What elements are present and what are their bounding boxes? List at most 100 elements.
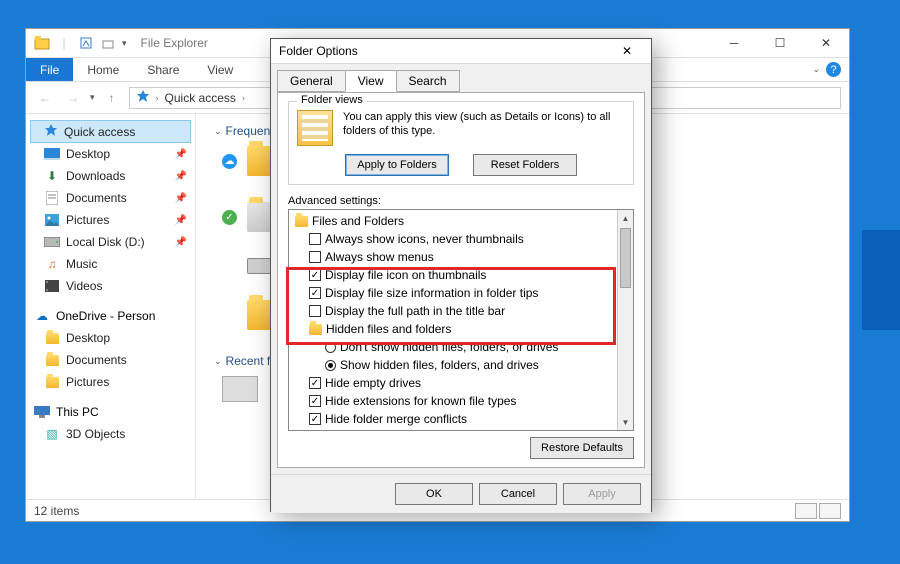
pictures-icon (44, 212, 60, 228)
chevron-right-icon[interactable]: › (242, 93, 245, 103)
tab-general[interactable]: General (277, 70, 346, 92)
sidebar-item-label: Local Disk (D:) (66, 235, 145, 249)
scroll-thumb[interactable] (620, 228, 631, 288)
sidebar-item-od-desktop[interactable]: Desktop (30, 327, 191, 349)
tree-checkbox[interactable]: Always show menus (291, 248, 615, 266)
folder-options-dialog: Folder Options ✕ General View Search Fol… (270, 38, 652, 512)
sidebar-item-label: Desktop (66, 331, 110, 345)
advanced-settings-label: Advanced settings: (288, 195, 634, 207)
qat-divider: | (56, 35, 72, 51)
help-icon[interactable]: ? (826, 62, 841, 77)
tree-checkbox[interactable]: Always show icons, never thumbnails (291, 230, 615, 248)
sidebar-item-label: This PC (56, 405, 99, 419)
videos-icon (44, 278, 60, 294)
tab-view[interactable]: View (345, 70, 397, 92)
sidebar-item-label: OneDrive - Person (56, 309, 155, 323)
star-icon (44, 123, 58, 140)
status-item-count: 12 items (34, 504, 79, 518)
sidebar-item-od-documents[interactable]: Documents (30, 349, 191, 371)
qat-new-folder-icon[interactable] (100, 35, 116, 51)
chevron-right-icon[interactable]: › (156, 93, 159, 103)
nav-up-icon[interactable]: ↑ (101, 87, 123, 109)
qat-dropdown-icon[interactable]: ▾ (122, 38, 127, 49)
dialog-close-button[interactable]: ✕ (611, 39, 643, 63)
tree-checkbox[interactable]: ✓Hide empty drives (291, 374, 615, 392)
dialog-button-row: OK Cancel Apply (271, 474, 651, 513)
tree-folder-hidden[interactable]: Hidden files and folders (291, 320, 615, 338)
tree-checkbox[interactable]: ✓Hide folder merge conflicts (291, 410, 615, 428)
dialog-titlebar[interactable]: Folder Options ✕ (271, 39, 651, 64)
folder-views-text: You can apply this view (such as Details… (343, 110, 625, 146)
desktop-accent (862, 230, 900, 330)
sidebar-item-desktop[interactable]: Desktop 📌 (30, 143, 191, 165)
restore-defaults-button[interactable]: Restore Defaults (530, 437, 634, 459)
tab-search[interactable]: Search (396, 70, 460, 92)
sidebar-item-label: Pictures (66, 375, 109, 389)
3d-objects-icon: ▧ (44, 426, 60, 442)
sidebar-onedrive[interactable]: ☁OneDrive - Person (30, 305, 191, 327)
scroll-down-icon[interactable]: ▼ (618, 414, 633, 430)
group-legend: Folder views (297, 94, 367, 106)
radio-selected-icon (325, 360, 336, 371)
breadcrumb-location: Quick access (165, 91, 236, 105)
apply-to-folders-button[interactable]: Apply to Folders (345, 154, 449, 176)
view-details-button[interactable] (795, 503, 817, 519)
tab-share[interactable]: Share (133, 58, 193, 81)
pin-icon: 📌 (175, 237, 187, 248)
sidebar-item-label: Downloads (66, 169, 125, 183)
maximize-button[interactable]: ☐ (757, 29, 803, 57)
nav-history-icon[interactable]: ▾ (90, 92, 95, 103)
reset-folders-button[interactable]: Reset Folders (473, 154, 577, 176)
folder-icon (295, 216, 308, 227)
minimize-button[interactable]: ─ (711, 29, 757, 57)
sidebar-item-3d-objects[interactable]: ▧3D Objects (30, 423, 191, 445)
check-sync-icon: ✓ (222, 210, 237, 225)
checkbox-checked-icon: ✓ (309, 269, 321, 281)
close-button[interactable]: ✕ (803, 29, 849, 57)
view-icons-button[interactable] (819, 503, 841, 519)
cancel-button[interactable]: Cancel (479, 483, 557, 505)
explorer-icon (34, 35, 50, 51)
radio-icon (325, 342, 336, 353)
nav-forward-icon[interactable]: → (62, 87, 84, 109)
checkbox-checked-icon: ✓ (309, 287, 321, 299)
documents-icon (44, 190, 60, 206)
apply-button[interactable]: Apply (563, 483, 641, 505)
tree-radio-dont-show[interactable]: Don't show hidden files, folders, or dri… (291, 338, 615, 356)
sidebar-quick-access[interactable]: Quick access (30, 120, 191, 143)
dialog-title: Folder Options (279, 44, 358, 58)
scrollbar[interactable]: ▲ ▼ (617, 210, 633, 430)
sidebar-item-od-pictures[interactable]: Pictures (30, 371, 191, 393)
sidebar-item-local-disk[interactable]: Local Disk (D:) 📌 (30, 231, 191, 253)
checkbox-icon (309, 305, 321, 317)
downloads-icon: ⬇ (44, 168, 60, 184)
file-thumb-icon (222, 376, 258, 402)
tree-radio-show-hidden[interactable]: Show hidden files, folders, and drives (291, 356, 615, 374)
sidebar-item-documents[interactable]: Documents📌 (30, 187, 191, 209)
pin-icon: 📌 (175, 149, 187, 160)
sidebar-item-videos[interactable]: Videos (30, 275, 191, 297)
tab-file[interactable]: File (26, 58, 73, 81)
tree-folder[interactable]: Files and Folders (291, 212, 615, 230)
ribbon-expand-icon[interactable]: ⌄ (812, 64, 820, 75)
ok-button[interactable]: OK (395, 483, 473, 505)
sidebar-item-downloads[interactable]: ⬇Downloads📌 (30, 165, 191, 187)
tree-checkbox[interactable]: ✓Display file icon on thumbnails (291, 266, 615, 284)
folder-views-group: Folder views You can apply this view (su… (288, 101, 634, 185)
tab-home[interactable]: Home (73, 58, 133, 81)
sidebar-this-pc[interactable]: This PC (30, 401, 191, 423)
sidebar-item-music[interactable]: ♫Music (30, 253, 191, 275)
pc-icon (34, 404, 50, 420)
desktop-icon (44, 146, 60, 162)
sidebar-item-pictures[interactable]: Pictures📌 (30, 209, 191, 231)
advanced-settings-tree: Files and Folders Always show icons, nev… (288, 209, 634, 431)
qat-properties-icon[interactable] (78, 35, 94, 51)
tree-checkbox[interactable]: ✓Display file size information in folder… (291, 284, 615, 302)
checkbox-icon (309, 251, 321, 263)
sidebar-item-label: Desktop (66, 147, 110, 161)
tree-checkbox[interactable]: ✓Hide extensions for known file types (291, 392, 615, 410)
nav-back-icon[interactable]: ← (34, 87, 56, 109)
tab-view[interactable]: View (193, 58, 247, 81)
scroll-up-icon[interactable]: ▲ (618, 210, 633, 226)
tree-checkbox[interactable]: Display the full path in the title bar (291, 302, 615, 320)
